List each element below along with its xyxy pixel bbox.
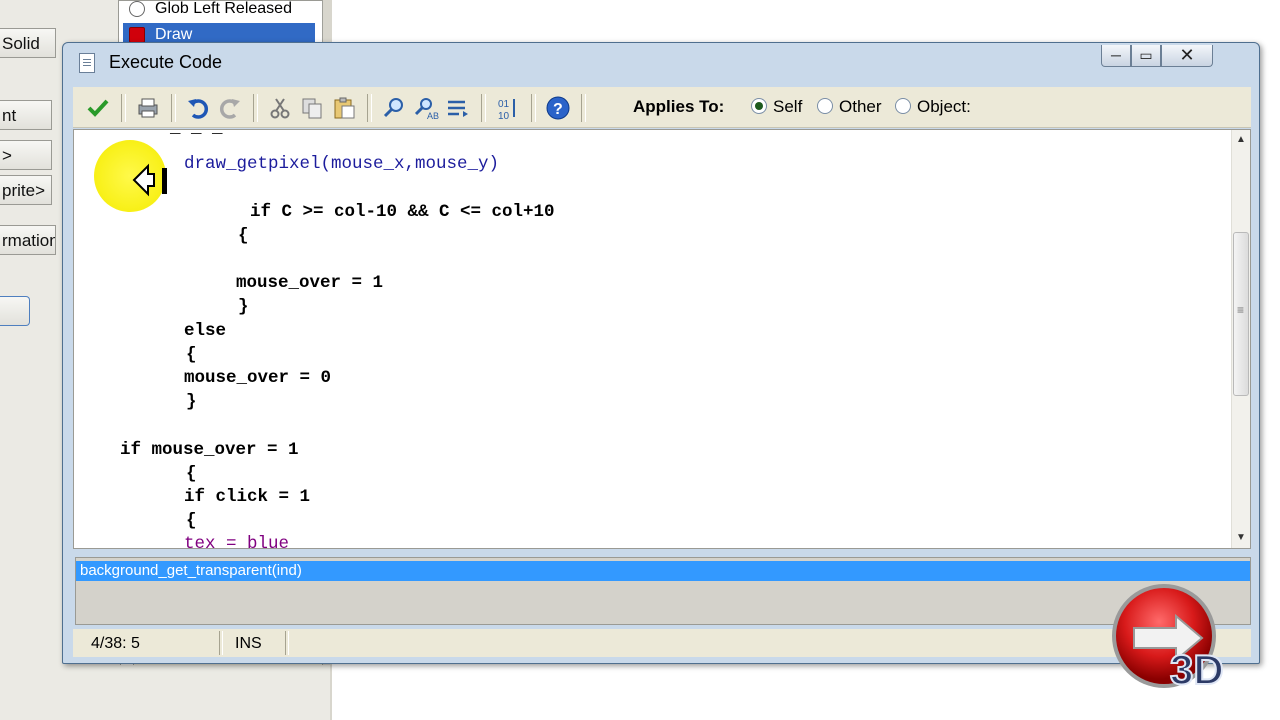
radio-label: Other [839,97,882,116]
code-line: } [186,392,197,412]
code-line: if C >= col-10 && C <= col+10 [250,202,555,222]
execute-code-window: Execute Code ─ ▭ ✕ AB 01 10 ? Applies To… [62,42,1260,664]
minimize-button[interactable]: ─ [1101,45,1131,67]
maximize-button[interactable]: ▭ [1131,45,1161,67]
find-button[interactable] [381,95,407,121]
toolbar: AB 01 10 ? Applies To: Self Other Object: [73,87,1251,128]
undo-icon [188,99,209,119]
cursor-arrow-icon [132,163,167,197]
radio-label: Object: [917,97,971,116]
status-separator [219,631,223,655]
function-hint-list[interactable]: background_get_transparent(ind) [75,557,1251,625]
magnifier-icon [383,98,403,118]
sort-code-icon: 0110 [498,99,515,122]
redo-icon [219,99,240,119]
cut-button[interactable] [267,95,293,121]
radio-self[interactable]: Self [751,97,802,117]
left-button-fragment-2[interactable]: > [0,140,52,170]
code-line: if click = 1 [184,487,311,507]
code-line: { [186,464,197,484]
toolbar-separator [367,94,372,122]
svg-text:01: 01 [498,99,510,110]
print-button[interactable] [135,95,161,121]
code-line: draw_getpixel(mouse_x,mouse_y) [184,154,500,174]
vertical-scrollbar[interactable]: ▲ ▼ [1231,130,1250,548]
toolbar-separator [481,94,486,122]
svg-text:10: 10 [498,111,510,121]
status-bar: 4/38: 5 INS [73,629,1251,657]
event-label: Draw [155,26,193,43]
scroll-up-arrow-icon[interactable]: ▲ [1232,134,1250,148]
code-editor[interactable]: _ _ _ draw_getpixel(mouse_x,mouse_y) if … [73,129,1251,549]
svg-text:AB: AB [427,111,439,121]
logo-text: 3D [1170,646,1224,692]
find-replace-icon: AB [414,98,439,121]
scissors-icon [270,98,290,119]
cursor-position: 4/38: 5 [91,635,140,652]
undo-button[interactable] [185,95,211,121]
code-line: _ _ _ [170,130,223,138]
background-bottom-area [120,665,330,720]
toolbar-separator [121,94,126,122]
close-button[interactable]: ✕ [1161,45,1213,67]
check-code-button[interactable]: 01 10 [495,95,521,122]
find-replace-button[interactable]: AB [413,95,439,121]
code-line: { [186,511,197,531]
scroll-thumb[interactable] [1233,232,1249,396]
window-title: Execute Code [109,52,223,72]
code-line: mouse_over = 1 [236,273,384,293]
printer-icon [138,98,158,118]
left-button-fragment-4[interactable]: rmation [0,225,56,255]
checkmark-icon [87,99,109,117]
radio-button-icon [817,98,833,114]
paste-icon [334,97,355,119]
left-button-fragment-3[interactable]: prite> [0,175,52,205]
insert-mode: INS [235,635,262,652]
toolbar-separator [581,94,586,122]
copy-button[interactable] [299,95,325,121]
code-line: else [184,321,227,341]
toolbar-separator [531,94,536,122]
radio-label: Self [773,97,803,116]
goto-line-icon [448,100,468,117]
paste-button[interactable] [331,95,357,121]
hint-selected-item[interactable]: background_get_transparent(ind) [76,561,1250,581]
code-line: } [238,297,249,317]
event-label: Glob Left Released [155,0,292,17]
ok-check-button[interactable] [85,95,111,121]
help-button[interactable]: ? [545,95,571,121]
left-ok-button-fragment[interactable] [0,296,30,326]
code-line: { [238,226,249,246]
goto-line-button[interactable] [445,95,471,121]
document-icon [79,53,95,73]
redo-button[interactable] [217,95,243,121]
radio-button-icon [895,98,911,114]
title-bar[interactable]: Execute Code ─ ▭ ✕ [63,43,1259,79]
help-icon: ? [546,96,570,120]
left-button-fragment-1[interactable]: nt [0,100,52,130]
svg-text:?: ? [553,101,563,118]
copy-icon [302,98,322,119]
mouse-icon [129,1,145,17]
solid-checkbox-label[interactable]: Solid [0,28,56,58]
3d-logo: 3D [1112,584,1225,692]
event-item-glob-left-released[interactable]: Glob Left Released [123,0,315,21]
radio-button-icon [751,98,767,114]
code-line: tex = blue [184,534,290,549]
code-line: mouse_over = 0 [184,368,332,388]
scroll-down-arrow-icon[interactable]: ▼ [1232,532,1250,546]
radio-object[interactable]: Object: [895,97,971,117]
code-line: { [186,345,197,365]
radio-other[interactable]: Other [817,97,882,117]
toolbar-separator [171,94,176,122]
status-separator [285,631,289,655]
toolbar-separator [253,94,258,122]
applies-to-label: Applies To: [633,97,725,116]
code-line: if mouse_over = 1 [120,440,299,460]
draw-event-icon [129,27,145,43]
